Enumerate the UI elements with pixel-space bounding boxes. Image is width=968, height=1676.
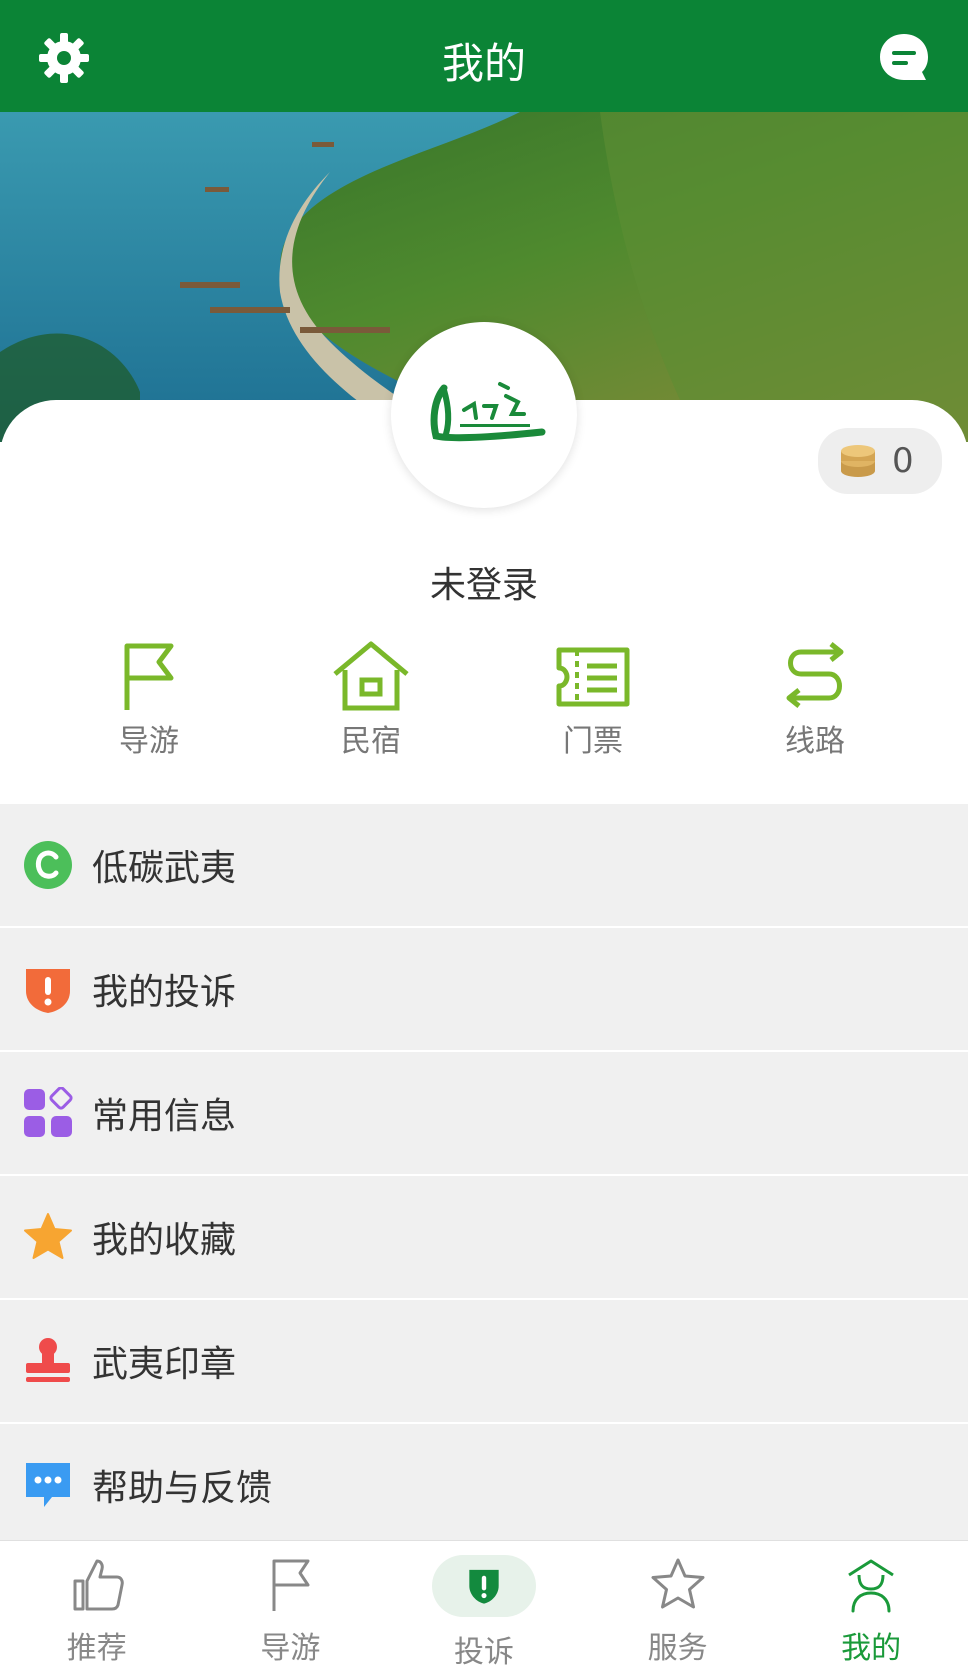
tab-label: 投诉 xyxy=(453,1635,514,1670)
quick-action-tickets[interactable]: 门票 xyxy=(482,640,704,770)
menu-list: 低碳武夷 我的投诉 常用信息 我的收藏 武夷印章 帮助与反馈 xyxy=(0,804,968,1548)
complaint-shield-icon xyxy=(26,969,70,1013)
login-status[interactable]: 未登录 xyxy=(0,556,968,608)
menu-item-label: 我的收藏 xyxy=(92,1220,237,1261)
tab-recommend[interactable]: 推荐 xyxy=(0,1541,194,1676)
feedback-chat-icon xyxy=(26,1463,70,1507)
person-icon xyxy=(848,1559,894,1613)
star-icon xyxy=(651,1558,705,1609)
thumbs-up-icon xyxy=(73,1559,124,1611)
tab-services[interactable]: 服务 xyxy=(581,1541,775,1676)
menu-item-low-carbon[interactable]: 低碳武夷 xyxy=(0,804,968,928)
apps-grid-icon xyxy=(24,1087,73,1137)
star-icon xyxy=(24,1213,72,1259)
top-app-bar: 我的 xyxy=(0,0,968,112)
quick-action-routes[interactable]: 线路 xyxy=(704,640,926,770)
quick-actions: 导游 民宿 门票 线路 xyxy=(0,640,968,770)
menu-item-stamps[interactable]: 武夷印章 xyxy=(0,1300,968,1424)
coin-count: 0 xyxy=(892,441,914,481)
menu-item-label: 帮助与反馈 xyxy=(92,1468,273,1509)
route-icon xyxy=(786,642,844,708)
quick-action-label: 线路 xyxy=(785,724,845,759)
wuyishan-tourism-logo xyxy=(430,382,546,442)
menu-item-common-info[interactable]: 常用信息 xyxy=(0,1052,968,1176)
house-icon xyxy=(333,641,409,711)
stamp-icon xyxy=(26,1338,70,1382)
quick-action-label: 门票 xyxy=(563,724,623,759)
menu-item-help-feedback[interactable]: 帮助与反馈 xyxy=(0,1424,968,1548)
coin-balance[interactable]: 0 xyxy=(818,428,942,494)
tab-label: 导游 xyxy=(260,1631,321,1666)
quick-action-homestay[interactable]: 民宿 xyxy=(260,640,482,770)
quick-action-guide[interactable]: 导游 xyxy=(38,640,260,770)
tab-label: 推荐 xyxy=(66,1631,127,1666)
tab-complaint[interactable]: 投诉 xyxy=(387,1541,581,1676)
complaint-highlight xyxy=(431,1555,536,1617)
shield-alert-icon xyxy=(469,1569,499,1604)
message-icon[interactable] xyxy=(876,30,932,86)
menu-item-label: 常用信息 xyxy=(92,1096,237,1137)
quick-action-label: 导游 xyxy=(119,724,179,759)
menu-item-label: 我的投诉 xyxy=(92,972,237,1013)
tab-mine[interactable]: 我的 xyxy=(774,1541,968,1676)
coins-icon xyxy=(841,445,875,477)
tab-label: 服务 xyxy=(647,1631,708,1666)
ticket-icon xyxy=(556,647,630,707)
low-carbon-icon xyxy=(24,841,72,889)
flag-icon xyxy=(124,643,174,710)
page-title: 我的 xyxy=(441,39,526,88)
menu-item-favorites[interactable]: 我的收藏 xyxy=(0,1176,968,1300)
quick-action-label: 民宿 xyxy=(341,724,401,759)
avatar[interactable] xyxy=(391,322,577,508)
menu-item-complaints[interactable]: 我的投诉 xyxy=(0,928,968,1052)
tab-label: 我的 xyxy=(841,1631,902,1666)
flag-icon xyxy=(272,1559,310,1611)
menu-item-label: 武夷印章 xyxy=(92,1344,237,1385)
bottom-tab-bar: 推荐 导游 投诉 服务 我的 xyxy=(0,1540,968,1676)
menu-item-label: 低碳武夷 xyxy=(92,848,237,889)
tab-guide[interactable]: 导游 xyxy=(194,1541,388,1676)
